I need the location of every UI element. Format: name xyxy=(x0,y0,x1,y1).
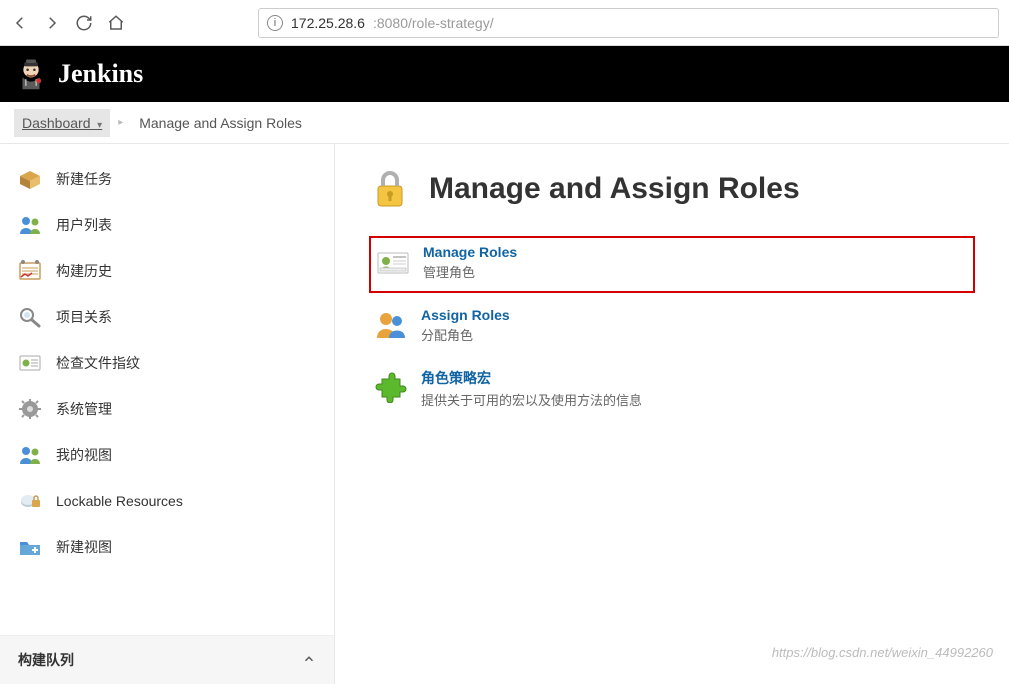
option-desc: 分配角色 xyxy=(421,325,510,344)
option-desc: 管理角色 xyxy=(423,262,517,281)
sidebar-item-new-view[interactable]: 新建视图 xyxy=(0,524,334,570)
jenkins-mascot-icon xyxy=(14,57,48,91)
sidebar-item-label: 构建历史 xyxy=(56,261,112,281)
option-title: 角色策略宏 xyxy=(421,368,642,388)
fingerprint-icon xyxy=(18,352,42,374)
sidebar-item-label: 检查文件指纹 xyxy=(56,353,140,373)
url-host: 172.25.28.6 xyxy=(291,15,365,31)
sidebar-item-label: 用户列表 xyxy=(56,215,112,235)
build-queue-label: 构建队列 xyxy=(18,650,74,670)
breadcrumb-item-dashboard[interactable]: Dashboard ▾ xyxy=(14,109,110,137)
id-card-icon xyxy=(375,244,411,280)
package-icon xyxy=(18,168,42,190)
app-header: Jenkins xyxy=(0,46,1009,102)
sidebar-item-my-views[interactable]: 我的视图 xyxy=(0,432,334,478)
sidebar-item-lockable-resources[interactable]: Lockable Resources xyxy=(0,478,334,524)
page-info-icon[interactable]: i xyxy=(267,15,283,31)
sidebar-item-label: Lockable Resources xyxy=(56,493,183,509)
users-icon xyxy=(18,444,42,466)
watermark-text: https://blog.csdn.net/weixin_44992260 xyxy=(772,645,993,660)
option-assign-roles[interactable]: Assign Roles 分配角色 xyxy=(369,301,975,354)
option-strategy-macro[interactable]: 角色策略宏 提供关于可用的宏以及使用方法的信息 xyxy=(369,362,975,419)
breadcrumb: Dashboard ▾ ▸ Manage and Assign Roles xyxy=(0,102,1009,144)
url-rest: :8080/role-strategy/ xyxy=(373,15,494,31)
back-button[interactable] xyxy=(10,13,30,33)
build-queue-section[interactable]: 构建队列 xyxy=(0,635,334,684)
option-title: Assign Roles xyxy=(421,307,510,323)
users-icon xyxy=(18,214,42,236)
browser-toolbar: i 172.25.28.6 :8080/role-strategy/ xyxy=(0,0,1009,46)
breadcrumb-label: Dashboard xyxy=(22,115,91,131)
main-content: Manage and Assign Roles Manage Roles 管理角… xyxy=(335,144,1009,684)
sidebar-item-project-relationship[interactable]: 项目关系 xyxy=(0,294,334,340)
search-icon xyxy=(18,306,42,328)
sidebar-item-manage-jenkins[interactable]: 系统管理 xyxy=(0,386,334,432)
sidebar: 新建任务 用户列表 构建历史 项目关系 xyxy=(0,144,335,684)
home-button[interactable] xyxy=(106,13,126,33)
option-desc: 提供关于可用的宏以及使用方法的信息 xyxy=(421,390,642,409)
forward-button[interactable] xyxy=(42,13,62,33)
option-manage-roles[interactable]: Manage Roles 管理角色 xyxy=(369,236,975,293)
sidebar-item-label: 新建任务 xyxy=(56,169,112,189)
puzzle-icon xyxy=(373,368,409,404)
sidebar-item-label: 系统管理 xyxy=(56,399,112,419)
page-title-row: Manage and Assign Roles xyxy=(369,168,975,210)
sidebar-item-label: 我的视图 xyxy=(56,445,112,465)
history-icon xyxy=(18,260,42,282)
breadcrumb-separator-icon: ▸ xyxy=(118,117,123,128)
breadcrumb-item-manage-roles[interactable]: Manage and Assign Roles xyxy=(131,109,310,137)
lock-icon xyxy=(369,168,411,210)
app-name: Jenkins xyxy=(58,59,143,89)
jenkins-logo[interactable]: Jenkins xyxy=(14,57,143,91)
people-icon xyxy=(373,307,409,343)
lock-resource-icon xyxy=(18,490,42,512)
sidebar-item-new-job[interactable]: 新建任务 xyxy=(0,156,334,202)
option-title: Manage Roles xyxy=(423,244,517,260)
sidebar-item-label: 新建视图 xyxy=(56,537,112,557)
gear-icon xyxy=(18,398,42,420)
reload-button[interactable] xyxy=(74,13,94,33)
page-title: Manage and Assign Roles xyxy=(429,172,800,206)
url-input[interactable]: i 172.25.28.6 :8080/role-strategy/ xyxy=(258,8,999,38)
sidebar-item-fingerprint[interactable]: 检查文件指纹 xyxy=(0,340,334,386)
sidebar-item-label: 项目关系 xyxy=(56,307,112,327)
chevron-up-icon xyxy=(302,652,316,669)
chevron-down-icon: ▾ xyxy=(94,120,102,131)
sidebar-item-people[interactable]: 用户列表 xyxy=(0,202,334,248)
breadcrumb-label: Manage and Assign Roles xyxy=(139,115,302,131)
folder-plus-icon xyxy=(18,536,42,558)
sidebar-item-build-history[interactable]: 构建历史 xyxy=(0,248,334,294)
